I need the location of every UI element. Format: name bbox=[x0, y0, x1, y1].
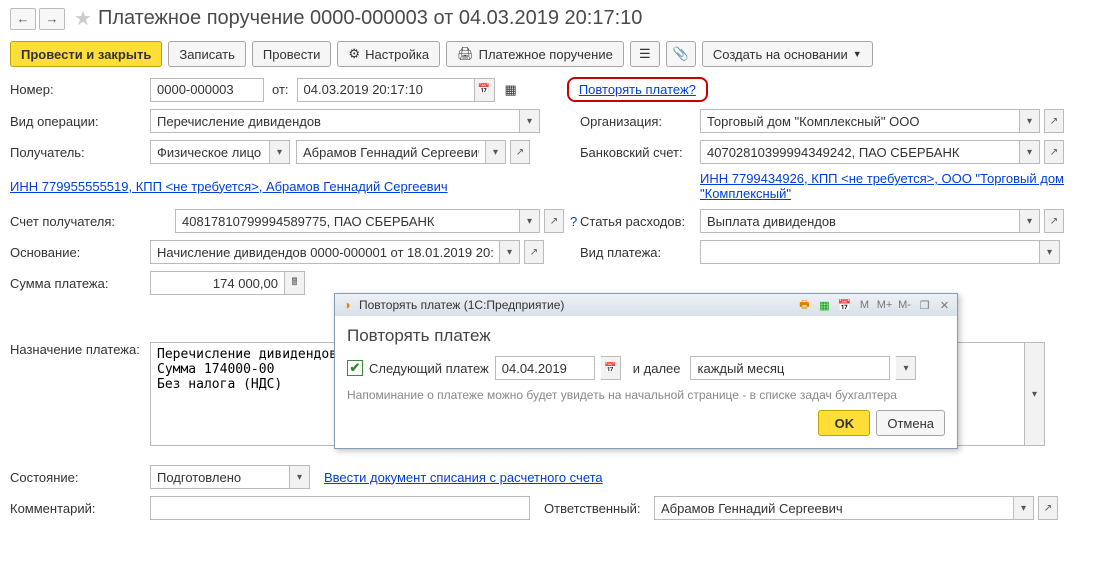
chevron-down-icon[interactable]: ▾ bbox=[520, 109, 540, 133]
help-icon[interactable]: ? bbox=[570, 214, 577, 229]
number-label: Номер: bbox=[10, 82, 150, 97]
basis-label: Основание: bbox=[10, 245, 150, 260]
gear-icon: ⚙ bbox=[348, 46, 360, 62]
responsible-input[interactable] bbox=[654, 496, 1014, 520]
enable-repeat-checkbox[interactable]: ✔ bbox=[347, 360, 363, 376]
settings-button[interactable]: ⚙ Настройка bbox=[337, 41, 440, 67]
interval-select[interactable] bbox=[690, 356, 890, 380]
recipient-name-input[interactable] bbox=[296, 140, 486, 164]
open-icon[interactable]: ↗ bbox=[510, 140, 530, 164]
chevron-down-icon[interactable]: ▾ bbox=[1020, 109, 1040, 133]
state-label: Состояние: bbox=[10, 470, 150, 485]
pay-kind-label: Вид платежа: bbox=[580, 245, 700, 260]
open-icon[interactable]: ↗ bbox=[544, 209, 564, 233]
and-more-label: и далее bbox=[633, 361, 681, 376]
org-label: Организация: bbox=[580, 114, 700, 129]
ok-button[interactable]: OK bbox=[818, 410, 870, 436]
chevron-down-icon[interactable]: ▾ bbox=[500, 240, 520, 264]
recipient-kind-input[interactable] bbox=[150, 140, 270, 164]
structure-icon: ☰ bbox=[639, 46, 651, 62]
post-and-close-button[interactable]: Провести и закрыть bbox=[10, 41, 162, 67]
chevron-down-icon[interactable]: ▾ bbox=[1020, 140, 1040, 164]
recip-acc-input[interactable] bbox=[175, 209, 520, 233]
chevron-down-icon[interactable]: ▾ bbox=[270, 140, 290, 164]
calc-mminus-button[interactable]: M- bbox=[896, 297, 913, 314]
favorite-star-icon[interactable]: ★ bbox=[74, 6, 92, 31]
chevron-down-icon[interactable]: ▾ bbox=[1040, 240, 1060, 264]
inn-left-link[interactable]: ИНН 779955555519, КПП <не требуется>, Аб… bbox=[10, 179, 448, 194]
grid-icon[interactable]: ▦ bbox=[816, 297, 833, 314]
chevron-down-icon[interactable]: ▾ bbox=[1025, 342, 1045, 446]
cancel-button[interactable]: Отмена bbox=[876, 410, 945, 436]
create-based-button[interactable]: Создать на основании ▼ bbox=[702, 41, 873, 67]
open-icon[interactable]: ↗ bbox=[1044, 109, 1064, 133]
from-label: от: bbox=[272, 82, 289, 97]
chevron-down-icon: ▼ bbox=[853, 49, 862, 59]
calc-m-button[interactable]: M bbox=[856, 297, 873, 314]
restore-icon[interactable]: ❐ bbox=[916, 297, 933, 314]
pay-kind-input[interactable] bbox=[700, 240, 1040, 264]
bank-acc-input[interactable] bbox=[700, 140, 1020, 164]
paperclip-icon: 📎 bbox=[673, 46, 689, 62]
recip-acc-label: Счет получателя: bbox=[10, 214, 175, 229]
open-icon[interactable]: ↗ bbox=[1044, 140, 1064, 164]
state-link[interactable]: Ввести документ списания с расчетного сч… bbox=[324, 470, 603, 485]
chevron-down-icon[interactable]: ▾ bbox=[1020, 209, 1040, 233]
responsible-label: Ответственный: bbox=[544, 501, 654, 516]
comment-label: Комментарий: bbox=[10, 501, 150, 516]
repeat-payment-link[interactable]: Повторять платеж? bbox=[579, 82, 696, 97]
recipient-label: Получатель: bbox=[10, 145, 150, 160]
dialog-note: Напоминание о платеже можно будет увидет… bbox=[347, 388, 945, 402]
print-button[interactable]: 🖨 Платежное поручение bbox=[446, 41, 624, 67]
close-icon[interactable]: ✕ bbox=[936, 297, 953, 314]
date-input[interactable] bbox=[297, 78, 475, 102]
open-icon[interactable]: ↗ bbox=[524, 240, 544, 264]
calendar-icon[interactable]: 📅 bbox=[475, 78, 495, 102]
calc-mplus-button[interactable]: M+ bbox=[876, 297, 893, 314]
post-button[interactable]: Провести bbox=[252, 41, 332, 67]
sum-input[interactable] bbox=[150, 271, 285, 295]
inn-right-link[interactable]: ИНН 7799434926, КПП <не требуется>, ООО … bbox=[700, 171, 1091, 201]
nav-forward-button[interactable]: → bbox=[39, 8, 65, 30]
printer-icon: 🖨 bbox=[457, 46, 474, 62]
purpose-label: Назначение платежа: bbox=[10, 342, 150, 357]
page-title: Платежное поручение 0000-000003 от 04.03… bbox=[98, 7, 642, 30]
chevron-down-icon[interactable]: ▾ bbox=[520, 209, 540, 233]
op-type-input[interactable] bbox=[150, 109, 520, 133]
print-icon[interactable]: 🖶 bbox=[796, 297, 813, 314]
chevron-down-icon[interactable]: ▾ bbox=[486, 140, 506, 164]
sum-label: Сумма платежа: bbox=[10, 276, 150, 291]
structure-button[interactable]: ☰ bbox=[630, 41, 660, 67]
open-icon[interactable]: ↗ bbox=[1044, 209, 1064, 233]
write-button[interactable]: Записать bbox=[168, 41, 246, 67]
bank-acc-label: Банковский счет: bbox=[580, 145, 700, 160]
basis-input[interactable] bbox=[150, 240, 500, 264]
nav-back-button[interactable]: ← bbox=[10, 8, 36, 30]
op-type-label: Вид операции: bbox=[10, 114, 150, 129]
chevron-down-icon[interactable]: ▾ bbox=[1014, 496, 1034, 520]
repeat-payment-dialog: ◑ Повторять платеж (1С:Предприятие) 🖶 ▦ … bbox=[334, 293, 958, 449]
open-icon[interactable]: ↗ bbox=[1038, 496, 1058, 520]
calendar-icon[interactable]: 📅 bbox=[601, 356, 621, 380]
chevron-down-icon[interactable]: ▾ bbox=[290, 465, 310, 489]
state-input[interactable] bbox=[150, 465, 290, 489]
next-payment-label: Следующий платеж bbox=[369, 361, 489, 376]
exp-item-input[interactable] bbox=[700, 209, 1020, 233]
next-date-input[interactable] bbox=[495, 356, 595, 380]
comment-input[interactable] bbox=[150, 496, 530, 520]
list-picker-icon[interactable]: ▦ bbox=[505, 82, 517, 98]
calendar-small-icon[interactable]: 📅 bbox=[836, 297, 853, 314]
exp-item-label: Статья расходов: bbox=[580, 214, 700, 229]
number-input[interactable] bbox=[150, 78, 264, 102]
attach-button[interactable]: 📎 bbox=[666, 41, 696, 67]
calculator-icon[interactable]: 🖩 bbox=[285, 271, 305, 295]
app-1c-icon: ◑ bbox=[339, 297, 355, 313]
dialog-heading: Повторять платеж bbox=[347, 326, 945, 346]
org-input[interactable] bbox=[700, 109, 1020, 133]
dialog-wintitle: Повторять платеж (1С:Предприятие) bbox=[359, 298, 564, 312]
chevron-down-icon[interactable]: ▾ bbox=[896, 356, 916, 380]
